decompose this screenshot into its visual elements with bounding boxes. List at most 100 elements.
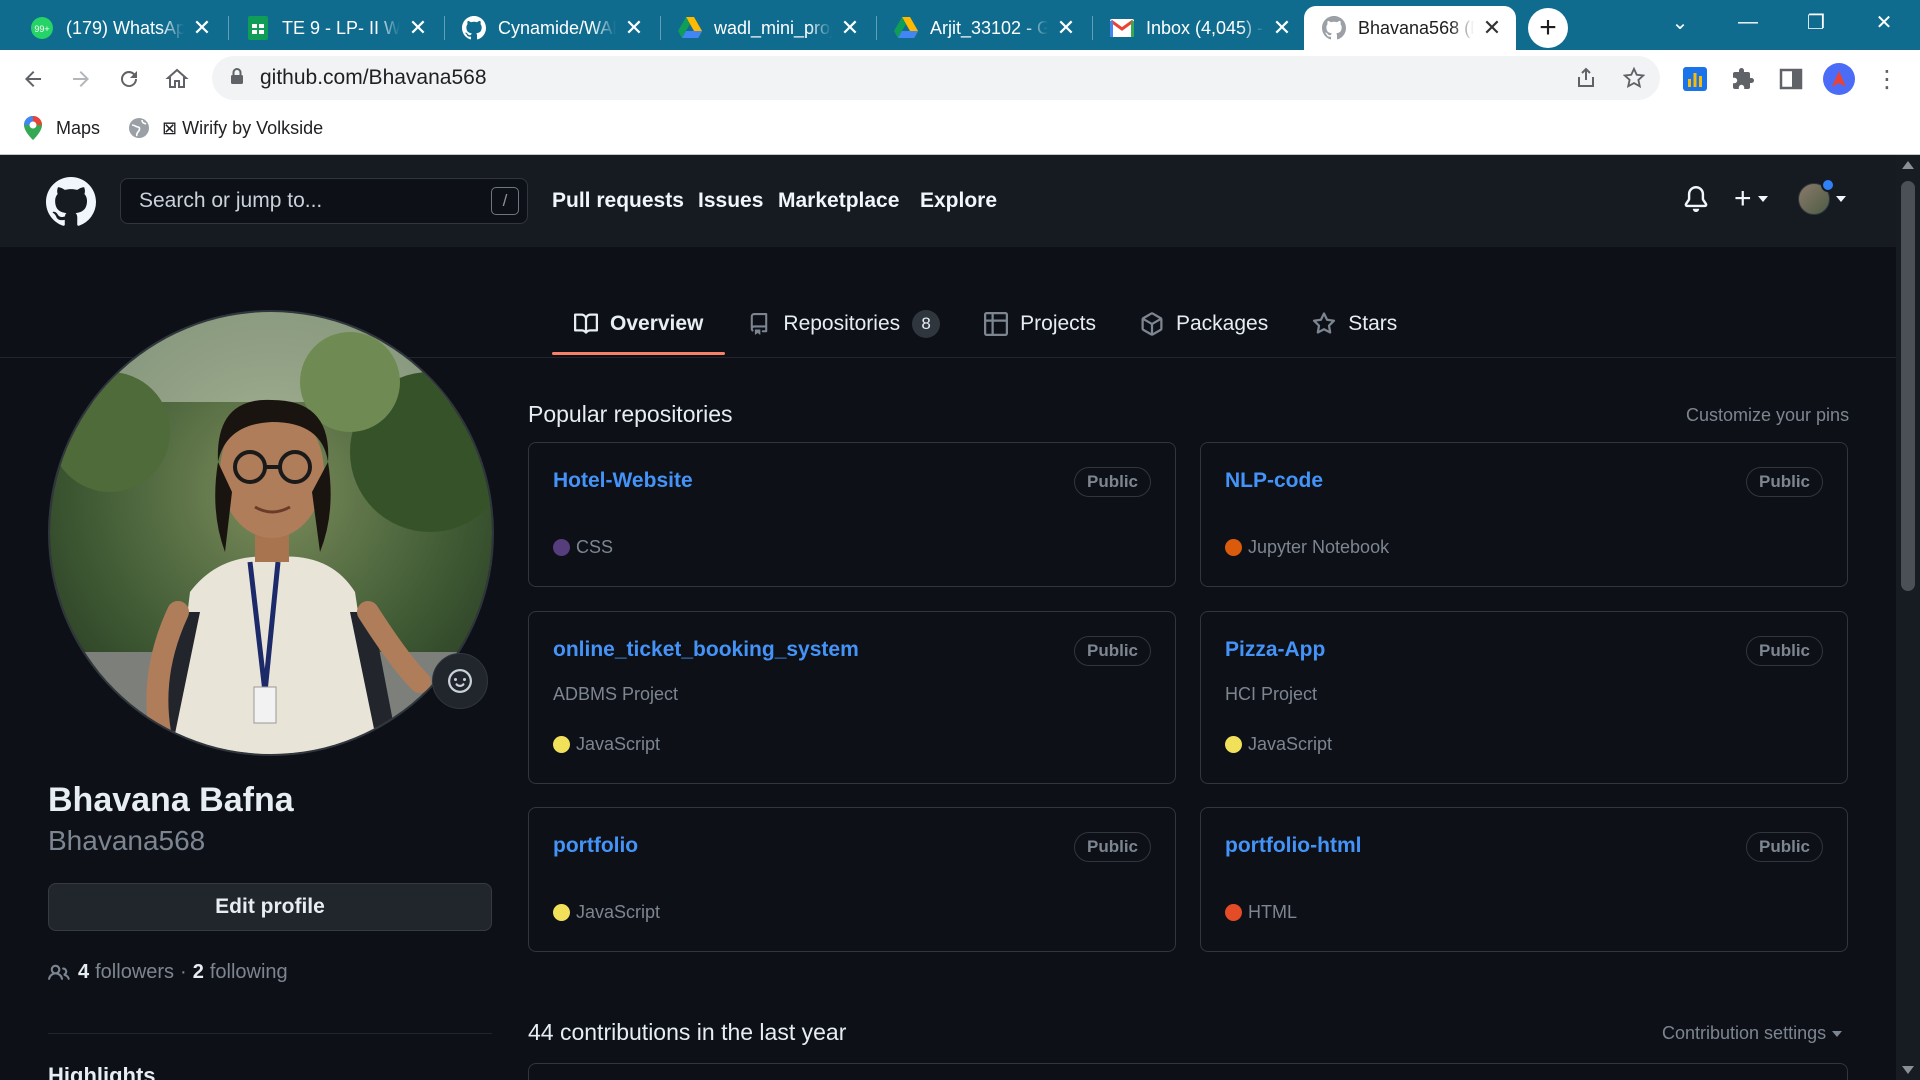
- profile-username: Bhavana568: [48, 825, 206, 856]
- lock-icon: [230, 67, 244, 90]
- close-tab-icon[interactable]: ✕: [1054, 15, 1078, 40]
- tab-packages[interactable]: Packages: [1118, 295, 1290, 353]
- repo-name-link[interactable]: portfolio: [553, 834, 638, 858]
- minimize-icon[interactable]: —: [1714, 0, 1782, 44]
- following-count: 2: [192, 961, 204, 983]
- close-tab-icon[interactable]: ✕: [1480, 15, 1504, 40]
- contribution-settings-dropdown[interactable]: Contribution settings: [1662, 1023, 1843, 1044]
- tab-label: Packages: [1176, 312, 1269, 335]
- status-dot: [1821, 178, 1835, 192]
- tab-projects[interactable]: Projects: [962, 295, 1118, 353]
- new-tab-button[interactable]: +: [1528, 8, 1568, 48]
- visibility-badge: Public: [1745, 467, 1823, 497]
- package-icon: [1140, 312, 1164, 336]
- visibility-badge: Public: [1073, 832, 1151, 862]
- search-shortcut-key: /: [491, 187, 519, 215]
- edit-profile-button[interactable]: Edit profile: [48, 883, 492, 931]
- repo-name-link[interactable]: Hotel-Website: [553, 469, 693, 493]
- tab-overview[interactable]: Overview: [552, 295, 726, 355]
- repo-name-link[interactable]: online_ticket_booking_system: [553, 638, 859, 662]
- scroll-down-arrow-icon[interactable]: [1902, 1066, 1914, 1074]
- browser-tab-whatsapp[interactable]: 99+ (179) WhatsApp ✕: [12, 6, 226, 50]
- bookmark-maps[interactable]: Maps: [22, 116, 100, 140]
- close-tab-icon[interactable]: ✕: [838, 15, 862, 40]
- divider: [48, 1033, 492, 1034]
- customize-pins-link[interactable]: Customize your pins: [1686, 405, 1849, 426]
- browser-menu-icon[interactable]: ⋮: [1870, 62, 1904, 96]
- close-window-icon[interactable]: ✕: [1850, 0, 1918, 44]
- follow-stats: 4 followers · 2 following: [48, 961, 288, 984]
- scroll-up-arrow-icon[interactable]: [1902, 161, 1914, 169]
- notifications-bell-icon[interactable]: [1683, 185, 1709, 213]
- repo-name-link[interactable]: Pizza-App: [1225, 638, 1325, 662]
- share-icon[interactable]: [1572, 64, 1600, 92]
- repo-count-badge: 8: [912, 310, 941, 338]
- repo-description: HCI Project: [1225, 684, 1318, 704]
- tab-label: Overview: [610, 312, 704, 335]
- nav-marketplace[interactable]: Marketplace: [778, 189, 899, 213]
- bookmark-label: ⊠ Wirify by Volkside: [162, 117, 324, 138]
- close-tab-icon[interactable]: ✕: [1270, 15, 1294, 40]
- visibility-badge: Public: [1745, 832, 1823, 862]
- search-input[interactable]: Search or jump to... /: [120, 178, 528, 224]
- forward-icon[interactable]: [64, 62, 98, 96]
- profile-avatar-icon[interactable]: [1822, 62, 1856, 96]
- followers-link[interactable]: 4 followers: [78, 961, 174, 984]
- reload-icon[interactable]: [112, 62, 146, 96]
- set-status-button[interactable]: [432, 653, 488, 709]
- user-menu-dropdown[interactable]: [1798, 178, 1846, 215]
- language-color-dot: [1225, 904, 1242, 921]
- tab-repositories[interactable]: Repositories 8: [725, 295, 962, 353]
- scrollbar-thumb[interactable]: [1901, 181, 1915, 591]
- repo-card: portfolio Public JavaScript: [528, 807, 1176, 952]
- repo-language: JavaScript: [553, 902, 660, 923]
- tab-search-icon[interactable]: ⌄: [1646, 0, 1714, 44]
- restore-icon[interactable]: ❐: [1782, 0, 1850, 44]
- nav-explore[interactable]: Explore: [920, 189, 997, 213]
- home-icon[interactable]: [160, 62, 194, 96]
- following-label: following: [209, 961, 288, 983]
- repo-name-link[interactable]: NLP-code: [1225, 469, 1323, 493]
- following-link[interactable]: 2 following: [193, 961, 288, 984]
- close-tab-icon[interactable]: ✕: [190, 15, 214, 40]
- followers-count: 4: [78, 961, 90, 983]
- people-icon: [48, 962, 70, 984]
- language-color-dot: [1225, 736, 1242, 753]
- browser-tab-gmail[interactable]: Inbox (4,045) - ✕: [1092, 6, 1306, 50]
- address-bar[interactable]: github.com/Bhavana568: [212, 56, 1660, 100]
- page-scrollbar[interactable]: [1896, 155, 1920, 1080]
- profile-tabs: Overview Repositories 8 Projects Package…: [552, 295, 1419, 355]
- globe-icon: [128, 117, 150, 139]
- profile-photo[interactable]: [48, 310, 494, 756]
- create-new-dropdown[interactable]: +: [1734, 184, 1768, 214]
- tab-stars[interactable]: Stars: [1290, 295, 1419, 353]
- side-panel-icon[interactable]: [1774, 62, 1808, 96]
- repo-card: Pizza-App Public HCI Project JavaScript: [1200, 611, 1848, 784]
- language-name: JavaScript: [576, 902, 661, 922]
- analytics-extension-icon[interactable]: [1678, 62, 1712, 96]
- separator-dot: ·: [180, 961, 187, 983]
- close-tab-icon[interactable]: ✕: [622, 15, 646, 40]
- google-sheets-icon: [246, 16, 270, 40]
- bookmark-star-icon[interactable]: [1620, 64, 1648, 92]
- maps-icon: [22, 116, 44, 140]
- browser-tab-github-cynamide[interactable]: Cynamide/WAD ✕: [444, 6, 658, 50]
- repo-name-link[interactable]: portfolio-html: [1225, 834, 1361, 858]
- nav-issues[interactable]: Issues: [698, 189, 763, 213]
- bookmark-wirify[interactable]: ⊠ Wirify by Volkside: [128, 117, 323, 139]
- github-logo-icon[interactable]: [46, 177, 96, 227]
- tab-title: Arjit_33102 - G: [930, 17, 1048, 38]
- github-header: Search or jump to... / Pull requests Iss…: [0, 155, 1896, 247]
- browser-tab-sheets[interactable]: TE 9 - LP- II WA ✕: [228, 6, 442, 50]
- repo-language: HTML: [1225, 902, 1297, 923]
- back-icon[interactable]: [16, 62, 50, 96]
- browser-tab-drive-arjit[interactable]: Arjit_33102 - G ✕: [876, 6, 1090, 50]
- extensions-puzzle-icon[interactable]: [1726, 62, 1760, 96]
- avatar: [1798, 178, 1835, 215]
- browser-tab-github-active[interactable]: Bhavana568 (B ✕: [1304, 6, 1516, 50]
- close-tab-icon[interactable]: ✕: [406, 15, 430, 40]
- nav-pull-requests[interactable]: Pull requests: [552, 189, 684, 213]
- browser-tab-drive-wadl[interactable]: wadl_mini_proj ✕: [660, 6, 874, 50]
- language-name: JavaScript: [1248, 734, 1333, 754]
- repo-card: portfolio-html Public HTML: [1200, 807, 1848, 952]
